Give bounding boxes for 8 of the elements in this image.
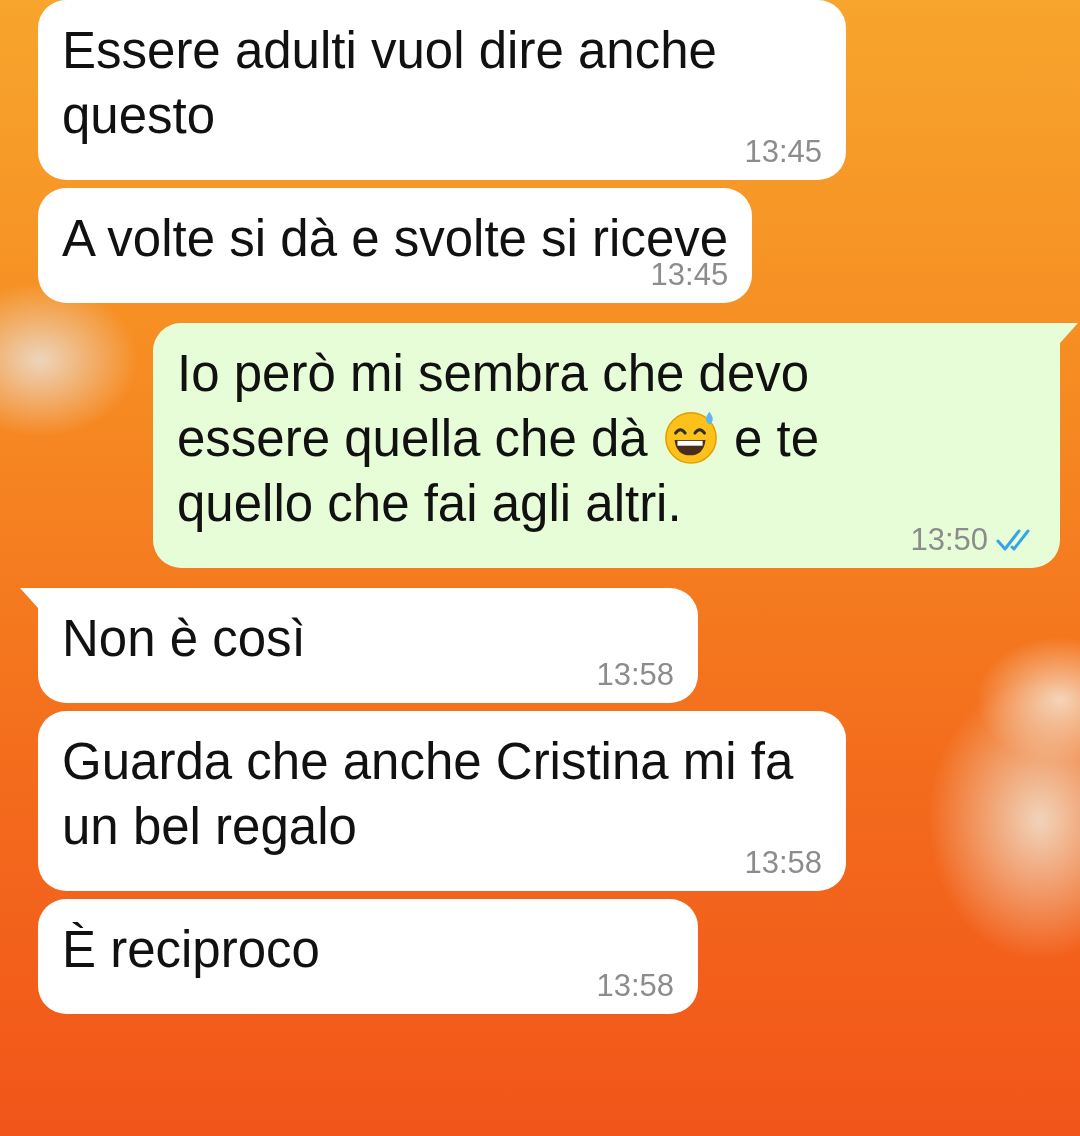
message-text: Essere adulti vuol dire anche questo (62, 21, 718, 146)
message-time: 13:58 (596, 968, 674, 1004)
message-time: 13:45 (744, 134, 822, 170)
message-text: Non è così (62, 609, 307, 669)
message-time: 13:50 (910, 522, 988, 558)
message-text: Io però mi sembra che devo essere quella che dà e te quello che fai agli altri. (177, 344, 821, 534)
message-text: È reciproco (62, 920, 321, 980)
message-time: 13:58 (596, 657, 674, 693)
